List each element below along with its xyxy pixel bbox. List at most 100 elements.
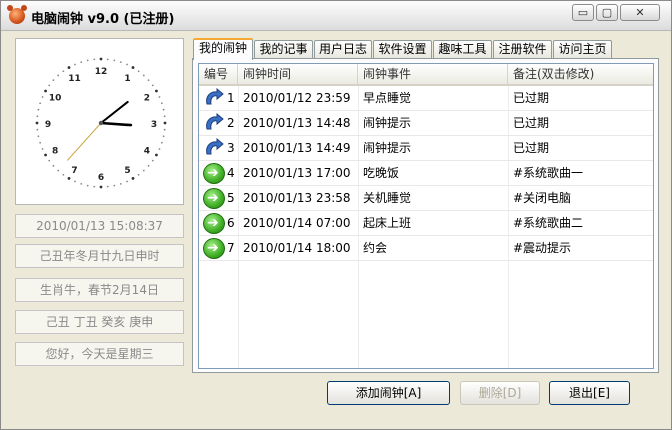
hour-hand (99, 121, 133, 127)
table-row[interactable]: 4 2010/01/13 17:00 吃晚饭 #系统歌曲一 (199, 161, 653, 186)
zodiac-display: 生肖牛，春节2月14日 (15, 278, 184, 302)
clock-tick (52, 164, 55, 167)
alarm-list[interactable]: 编号 闹钟时间 闹钟事件 备注(双击修改) 1 2010/01/12 23:59 早… (198, 63, 654, 369)
alarm-panel: 编号 闹钟时间 闹钟事件 备注(双击修改) 1 2010/01/12 23:59 早… (192, 58, 659, 373)
alarm-event: 约会 (363, 241, 388, 255)
clock-tick (162, 135, 165, 138)
expired-alarm-icon (203, 138, 225, 159)
title-bar[interactable]: 电脑闹钟 v9.0 (已注册) ▭ ▢ ✕ (1, 1, 671, 31)
active-alarm-icon (203, 188, 225, 209)
alarm-note: #系统歌曲一 (513, 166, 584, 180)
row-id: 5 (227, 191, 235, 205)
table-row[interactable]: 2 2010/01/13 14:48 闹钟提示 已过期 (199, 111, 653, 136)
second-hand (67, 122, 102, 161)
tab-user-log[interactable]: 用户日志 (314, 40, 372, 59)
table-row[interactable]: 6 2010/01/14 07:00 起床上班 #系统歌曲二 (199, 211, 653, 236)
alarm-time: 2010/01/13 17:00 (243, 166, 351, 180)
clock-tick (147, 79, 150, 82)
clock-tick (119, 182, 122, 185)
clock-tick (147, 164, 150, 167)
clock-tick (155, 89, 158, 93)
clock-numeral: 5 (124, 166, 130, 176)
minimize-button[interactable]: ▭ (572, 4, 594, 21)
table-row[interactable]: 5 2010/01/13 23:58 关机睡觉 #关闭电脑 (199, 186, 653, 211)
alarm-event: 关机睡觉 (363, 191, 412, 205)
table-row[interactable]: 1 2010/01/12 23:59 早点睡觉 已过期 (199, 86, 653, 111)
clock-tick (39, 141, 42, 144)
alarm-event: 闹钟提示 (363, 141, 412, 155)
row-id: 3 (227, 141, 235, 155)
clock-tick (160, 141, 163, 144)
clock-tick (80, 182, 83, 185)
clock-tick (113, 59, 116, 62)
clock-tick (36, 128, 39, 131)
alarm-event: 早点睡觉 (363, 91, 412, 105)
alarm-time: 2010/01/13 14:49 (243, 141, 351, 155)
col-id-header[interactable]: 编号 (199, 64, 238, 84)
clock-tick (106, 185, 109, 188)
col-note-header[interactable]: 备注(双击修改) (508, 64, 653, 84)
list-header: 编号 闹钟时间 闹钟事件 备注(双击修改) (199, 64, 653, 86)
clock-face: 121234567891011 (35, 57, 167, 189)
alarm-note: 已过期 (513, 141, 550, 155)
table-row[interactable]: 7 2010/01/14 18:00 约会 #震动提示 (199, 236, 653, 261)
clock-numeral: 10 (49, 94, 62, 104)
tab-fun-tools[interactable]: 趣味工具 (433, 40, 492, 59)
clock-tick (62, 70, 65, 73)
clock-tick (67, 66, 71, 69)
close-button[interactable]: ✕ (620, 4, 660, 21)
clock-tick (48, 84, 51, 87)
clock-tick (158, 148, 161, 150)
tab-homepage[interactable]: 访问主页 (553, 40, 612, 59)
clock-tick (39, 102, 42, 105)
exit-button[interactable]: 退出[E] (549, 381, 630, 405)
clock-tick (119, 61, 122, 64)
clock-tick (37, 135, 40, 138)
alarm-note: #关闭电脑 (513, 191, 572, 205)
row-id: 4 (227, 166, 235, 180)
alarm-time: 2010/01/12 23:59 (243, 91, 351, 105)
clock-tick (44, 89, 47, 93)
clock-tick (131, 66, 135, 69)
app-window: 电脑闹钟 v9.0 (已注册) ▭ ▢ ✕ 12 1 2 3 4 5 6 7 8 9 10 11 20… (0, 0, 672, 430)
row-id: 7 (227, 241, 235, 255)
clock-tick (86, 59, 89, 62)
alarm-time: 2010/01/13 14:48 (243, 116, 351, 130)
active-alarm-icon (203, 238, 225, 259)
clock-tick (93, 58, 96, 61)
clock-numeral: 11 (68, 74, 81, 84)
clock-tick (151, 159, 154, 162)
alarm-time: 2010/01/13 23:58 (243, 191, 351, 205)
col-time-header[interactable]: 闹钟时间 (238, 64, 358, 84)
clock-tick (74, 63, 76, 66)
clock-tick (57, 169, 60, 172)
alarm-note: 已过期 (513, 116, 550, 130)
tab-register[interactable]: 注册软件 (493, 40, 552, 59)
col-event-header[interactable]: 闹钟事件 (358, 64, 508, 84)
alarm-event: 起床上班 (363, 216, 412, 230)
clock-numeral: 1 (124, 74, 130, 84)
clock-numeral: 9 (45, 120, 51, 130)
ganzhi-display: 己丑 丁丑 癸亥 庚申 (15, 310, 184, 334)
add-alarm-button[interactable]: 添加闹钟[A] (327, 381, 450, 405)
clock-tick (35, 121, 39, 125)
clock-tick (163, 115, 166, 118)
clock-tick (74, 180, 76, 183)
lunar-date-display: 己丑年冬月廿九日申时 (15, 244, 184, 268)
clock-tick (52, 79, 55, 82)
clock-tick (99, 185, 103, 189)
clock-tick (67, 177, 71, 180)
datetime-display: 2010/01/13 15:08:37 (15, 214, 184, 238)
expired-alarm-icon (203, 113, 225, 134)
tab-my-alarms[interactable]: 我的闹钟 (193, 38, 253, 60)
delete-button[interactable]: 删除[D] (460, 381, 540, 405)
tab-settings[interactable]: 软件设置 (373, 40, 432, 59)
clock-tick (99, 57, 103, 61)
maximize-button[interactable]: ▢ (596, 4, 618, 21)
alarm-note: #震动提示 (513, 241, 572, 255)
clock-tick (41, 96, 44, 98)
minute-hand (100, 100, 129, 124)
clock-tick (155, 153, 158, 157)
tab-my-notes[interactable]: 我的记事 (254, 40, 313, 59)
table-row[interactable]: 3 2010/01/13 14:49 闹钟提示 已过期 (199, 136, 653, 161)
